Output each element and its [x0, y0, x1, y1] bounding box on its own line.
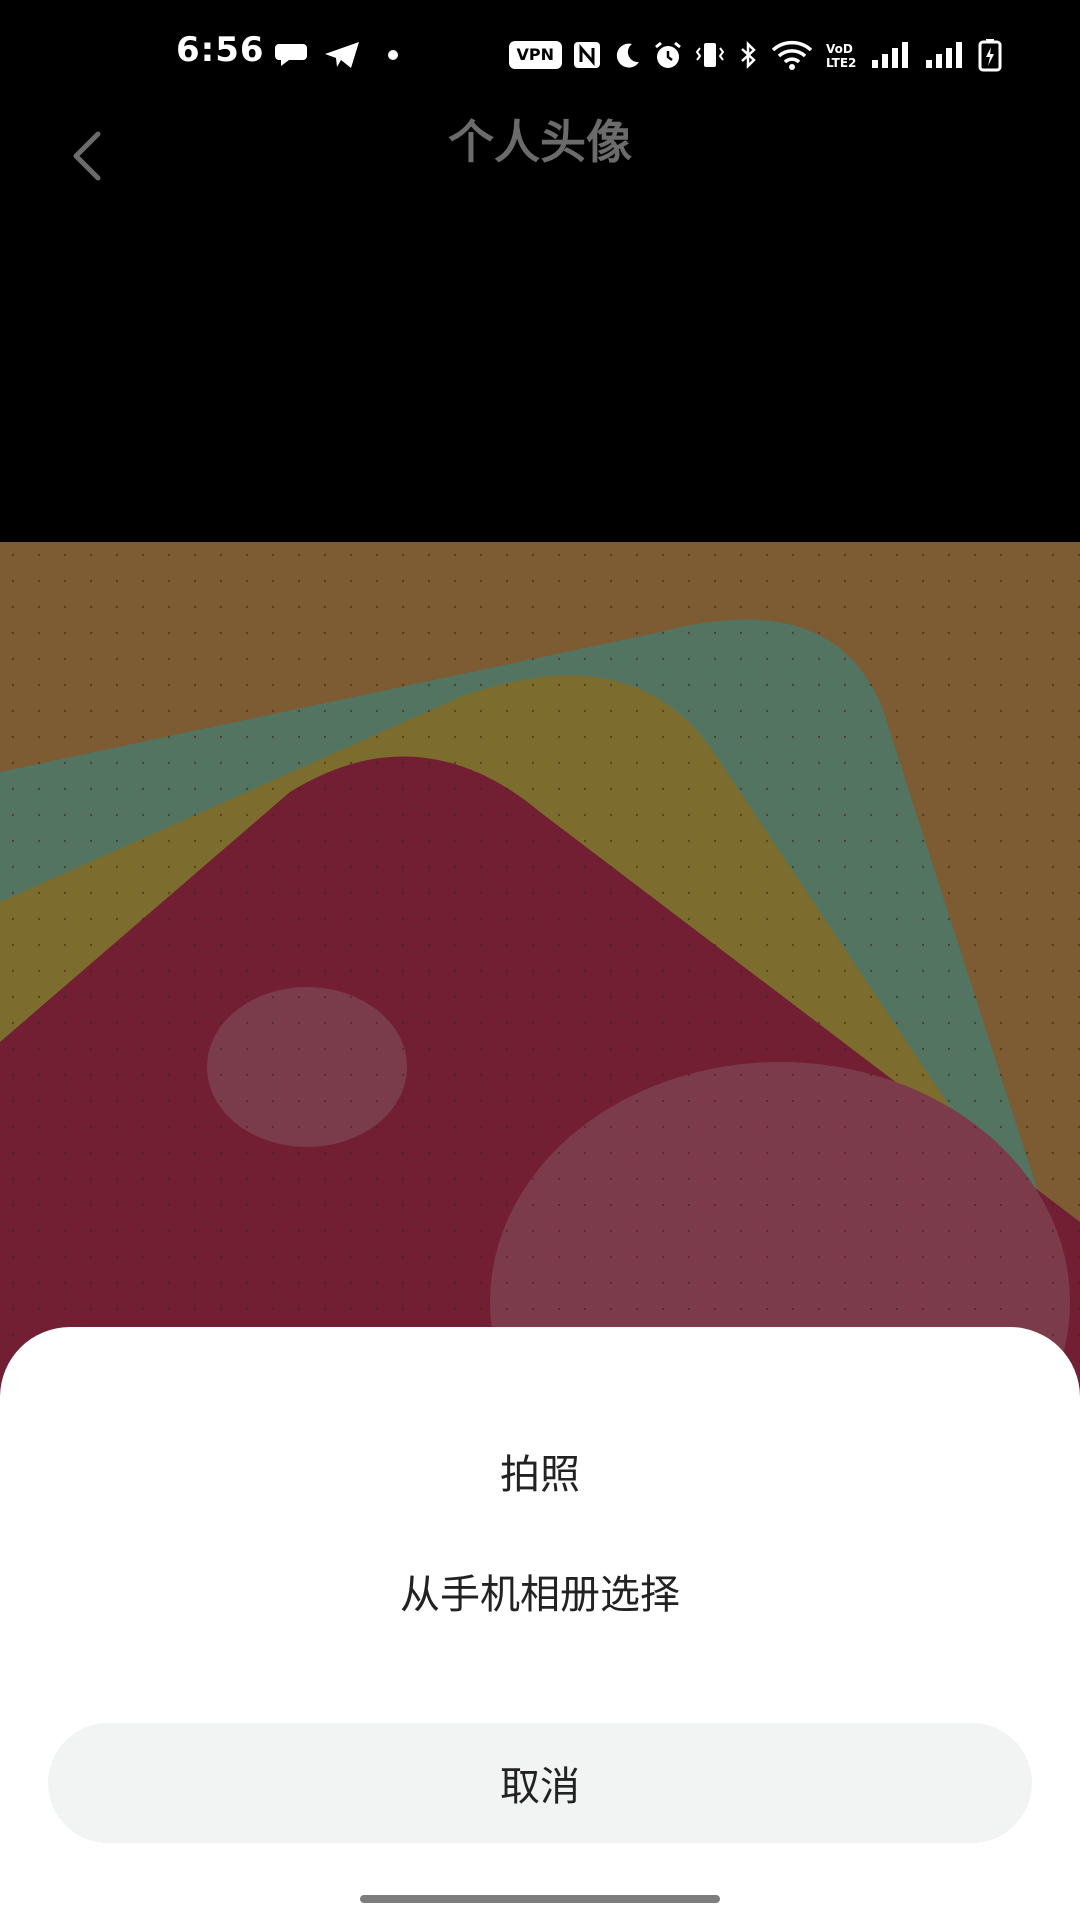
nfc-icon: [574, 42, 600, 68]
choose-from-album-option[interactable]: 从手机相册选择: [0, 1562, 1080, 1620]
take-photo-option[interactable]: 拍照: [0, 1442, 1080, 1500]
wifi-icon: [771, 40, 813, 70]
avatar-image[interactable]: [0, 542, 1080, 1402]
chat-bubble-icon: [275, 44, 307, 66]
cancel-button[interactable]: 取消: [48, 1723, 1032, 1843]
battery-icon: [978, 39, 1002, 72]
svg-text:LTE2: LTE2: [826, 56, 856, 70]
alarm-icon: [655, 41, 681, 68]
svg-text:VoD: VoD: [826, 42, 853, 56]
cancel-label: 取消: [500, 1764, 580, 1810]
avatar-wallpaper: [0, 542, 1080, 1402]
dot-icon: [388, 50, 398, 60]
signal-2-icon: [926, 42, 962, 68]
volte-icon: VoDLTE2: [826, 42, 856, 70]
page-title: 个人头像: [448, 115, 632, 169]
vibrate-icon: [695, 43, 725, 67]
telegram-icon: [325, 42, 359, 68]
vpn-icon: VPN: [508, 41, 562, 69]
notification-icons: [275, 38, 403, 72]
status-bar: 6:56 VPN VoD LTE2: [0, 0, 1080, 110]
system-icons: VPN VoD LTE2: [508, 38, 1003, 72]
signal-1-icon: [872, 42, 908, 68]
moon-icon: [616, 43, 639, 68]
status-time: 6:56: [176, 30, 265, 70]
home-indicator[interactable]: [360, 1895, 720, 1903]
bluetooth-icon: [741, 40, 756, 70]
